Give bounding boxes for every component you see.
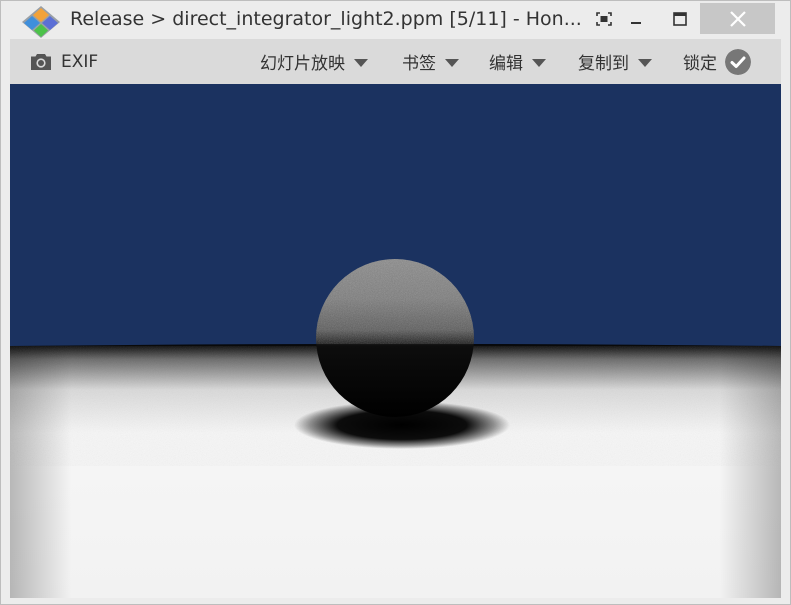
copy-to-menu[interactable]: 复制到	[578, 39, 652, 84]
check-circle-icon	[725, 48, 751, 75]
chevron-down-icon	[532, 58, 546, 67]
rendered-image	[10, 84, 781, 598]
copy-to-label: 复制到	[578, 54, 629, 74]
close-icon	[729, 10, 746, 27]
toolbar: EXIF 幻灯片放映 书签 编辑 复制到 锁定	[10, 39, 781, 84]
slideshow-label: 幻灯片放映	[260, 54, 345, 74]
image-canvas[interactable]	[10, 84, 781, 598]
chevron-down-icon	[354, 58, 368, 67]
image-viewer-window: Release > direct_integrator_light2.ppm […	[0, 0, 791, 605]
minimize-button[interactable]	[621, 3, 651, 34]
edit-menu[interactable]: 编辑	[489, 39, 546, 84]
window-title: Release > direct_integrator_light2.ppm […	[70, 8, 582, 30]
screen-capture-button[interactable]	[591, 3, 617, 34]
bookmark-menu[interactable]: 书签	[402, 39, 459, 84]
screen-capture-icon	[596, 11, 612, 26]
maximize-icon	[673, 11, 687, 26]
lock-toggle[interactable]: 锁定	[683, 39, 751, 84]
bookmark-label: 书签	[402, 54, 436, 74]
camera-icon	[31, 54, 51, 70]
minimize-icon	[631, 21, 641, 24]
chevron-down-icon	[445, 58, 459, 67]
chevron-down-icon	[638, 58, 652, 67]
edit-label: 编辑	[489, 54, 523, 74]
exif-label: EXIF	[61, 51, 99, 72]
title-bar[interactable]: Release > direct_integrator_light2.ppm […	[1, 1, 790, 39]
close-button[interactable]	[700, 3, 775, 34]
app-logo-icon	[22, 6, 60, 38]
slideshow-menu[interactable]: 幻灯片放映	[260, 39, 368, 84]
lock-label: 锁定	[683, 54, 717, 74]
exif-button[interactable]: EXIF	[30, 39, 98, 84]
maximize-button[interactable]	[665, 3, 695, 34]
